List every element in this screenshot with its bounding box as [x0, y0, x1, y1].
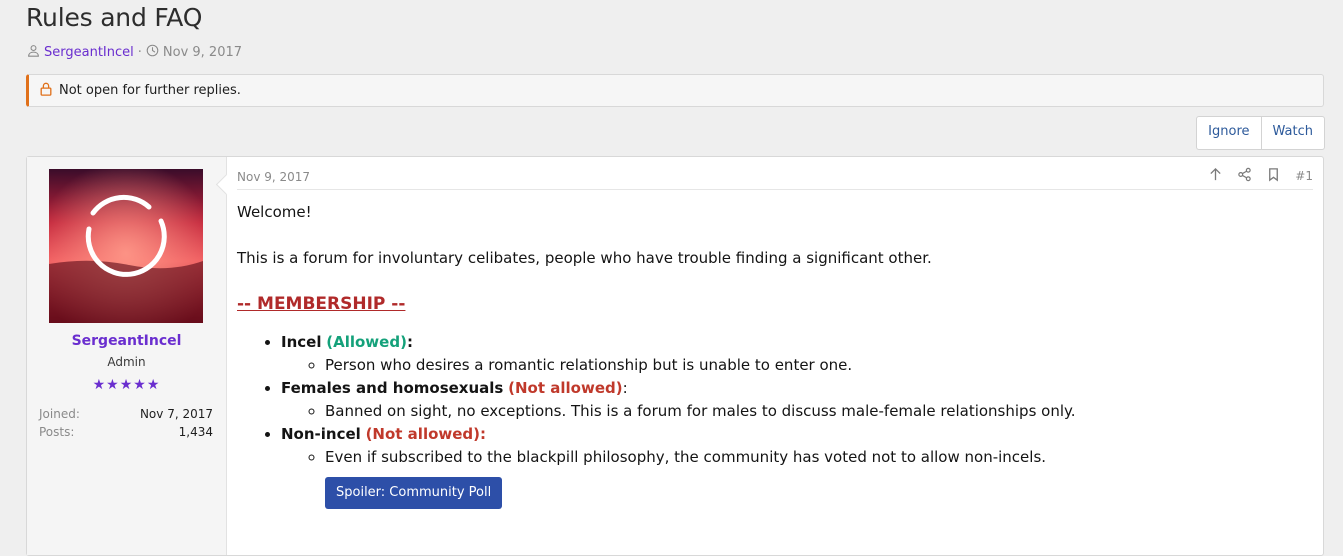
thread-date[interactable]: Nov 9, 2017 — [163, 45, 242, 60]
item-label: Non-incel — [281, 425, 361, 443]
notice-text: Not open for further replies. — [59, 83, 241, 98]
post: SergeantIncel Admin ★★★★★ Joined: Nov 7,… — [26, 156, 1324, 556]
item-desc: Person who desires a romantic relationsh… — [325, 354, 1313, 377]
item-desc: Even if subscribed to the blackpill phil… — [325, 446, 1313, 469]
rank-stars-icon: ★★★★★ — [92, 377, 161, 393]
intro-text: This is a forum for involuntary celibate… — [237, 249, 932, 267]
arrow-up-icon[interactable] — [1208, 167, 1223, 185]
avatar[interactable] — [49, 169, 203, 323]
item-label: Incel — [281, 333, 322, 351]
item-suffix: : — [406, 333, 413, 351]
list-item: Non-incel (Not allowed): Even if subscri… — [281, 423, 1313, 469]
item-status: (Not allowed): — [365, 425, 487, 443]
page-title: Rules and FAQ — [26, 3, 203, 32]
item-label: Females and homosexuals — [281, 379, 504, 397]
user-title: Admin — [107, 355, 146, 369]
list-item: Incel (Allowed): Person who desires a ro… — [281, 331, 1313, 377]
user-icon — [27, 44, 40, 61]
stat-posts: Posts: 1,434 — [39, 425, 213, 439]
ignore-button[interactable]: Ignore — [1197, 117, 1260, 149]
post-username[interactable]: SergeantIncel — [27, 333, 226, 349]
share-icon[interactable] — [1237, 167, 1252, 185]
watch-button[interactable]: Watch — [1260, 117, 1324, 149]
item-status: (Not allowed) — [508, 379, 623, 397]
post-body: Welcome! This is a forum for involuntary… — [237, 201, 1313, 509]
thread-meta: SergeantIncel · Nov 9, 2017 — [27, 44, 242, 61]
post-number-link[interactable]: #1 — [1295, 169, 1313, 183]
stat-posts-value[interactable]: 1,434 — [179, 425, 213, 439]
stat-joined-value: Nov 7, 2017 — [139, 407, 213, 421]
lock-icon — [39, 82, 53, 100]
stat-joined: Joined: Nov 7, 2017 — [39, 407, 213, 421]
post-header: Nov 9, 2017 #1 — [237, 167, 1313, 190]
item-desc: Banned on sight, no exceptions. This is … — [325, 400, 1313, 423]
clock-icon — [146, 44, 159, 61]
welcome-text: Welcome! — [237, 203, 312, 221]
list-item: Females and homosexuals (Not allowed): B… — [281, 377, 1313, 423]
stat-posts-label: Posts: — [39, 425, 75, 439]
item-status: (Allowed) — [326, 333, 407, 351]
bookmark-icon[interactable] — [1266, 167, 1281, 185]
membership-heading: -- MEMBERSHIP -- — [237, 294, 406, 314]
locked-notice: Not open for further replies. — [26, 74, 1324, 107]
spoiler-button[interactable]: Spoiler: Community Poll — [325, 477, 503, 509]
post-actions: #1 — [1208, 167, 1313, 185]
item-suffix: : — [622, 379, 628, 397]
meta-separator: · — [137, 45, 142, 60]
stat-joined-label: Joined: — [39, 407, 80, 421]
thread-author-link[interactable]: SergeantIncel — [44, 45, 134, 60]
thread-actions: Ignore Watch — [1196, 116, 1325, 150]
membership-list: Incel (Allowed): Person who desires a ro… — [237, 331, 1313, 469]
post-date[interactable]: Nov 9, 2017 — [237, 170, 310, 184]
post-user-cell: SergeantIncel Admin ★★★★★ Joined: Nov 7,… — [27, 157, 227, 555]
